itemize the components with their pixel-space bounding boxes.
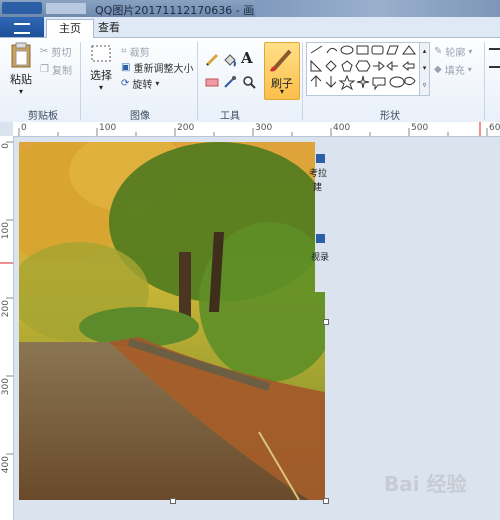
ribbon: 粘贴 ▾ ✂ 剪切 ❐ 复制 剪贴板 选择 ▾ ⌗ 裁剪 ▣ 重新调整大小 ⟳ 旋转 ▾ 图… [0,38,500,123]
fill-icon: ◆ [434,64,442,75]
group-separator [302,42,303,120]
crop-button[interactable]: ⌗ 裁剪 [121,44,150,59]
copy-button[interactable]: ❐ 复制 [40,62,72,77]
ruler-tick-label: 60 [489,123,500,133]
canvas-image[interactable] [19,142,325,500]
ruler-tick-label: 100 [99,123,117,133]
clipboard-icon [11,42,31,68]
select-button[interactable]: 选择 ▾ [86,44,116,92]
quick-access-toolbar[interactable] [2,2,42,14]
group-separator [80,42,81,120]
ruler-tick-label: 100 [1,222,11,240]
magnifier-icon[interactable] [241,74,257,90]
shapes-gallery[interactable] [306,42,420,96]
outline-icon: ✎ [434,46,443,57]
pencil-icon[interactable] [204,52,220,68]
crop-icon: ⌗ [121,46,127,57]
tools-group-label: 工具 [220,111,240,122]
quick-access-icons[interactable] [46,3,86,14]
ruler-tick-label: 300 [255,123,273,133]
overlay-text: 考拉 [309,169,328,179]
shapes-scroll[interactable]: ▴ ▾ ▿ [419,42,430,96]
ruler-tick-label: 200 [1,300,11,318]
select-icon [91,45,111,62]
crop-label: 裁剪 [129,48,150,59]
copy-label: 复制 [51,66,72,77]
cut-label: 剪切 [51,48,72,59]
outline-label: 轮廓 [445,48,466,59]
rotate-icon: ⟳ [121,78,130,89]
overlay-text: 建 [313,183,323,193]
brushes-button[interactable]: 刷子 ▾ [264,42,300,100]
window-title: QQ图片20171112170636 - 画图 [95,4,266,17]
resize-handle-bottom[interactable] [170,498,176,504]
horizontal-ruler: 0 100 200 300 400 500 60 [13,122,500,137]
resize-label: 重新调整大小 [133,64,194,75]
shapes-icons [310,45,416,91]
image-group-label: 图像 [130,111,150,122]
clipboard-group-label: 剪贴板 [28,111,58,122]
resize-icon: ▣ [121,62,131,73]
color-picker-icon[interactable] [222,74,238,90]
resize-handle-right[interactable] [323,319,329,325]
autumn-forest-road-image [19,142,325,500]
scissors-icon: ✂ [40,46,49,57]
resize-handle-corner[interactable] [323,498,329,504]
chevron-down-icon: ▾ [155,79,160,88]
ruler-tick-label: 400 [333,123,351,133]
paste-label: 粘贴 [10,73,32,86]
rotate-button[interactable]: ⟳ 旋转 ▾ [121,76,159,91]
tab-view[interactable]: 查看 [86,19,132,37]
ruler-tick-label: 500 [411,123,429,133]
group-separator [197,42,198,120]
shapes-group-label: 形状 [380,111,400,122]
file-menu-button[interactable] [0,17,44,37]
vertical-ruler: 0 100 200 300 400 [0,136,14,520]
menu-icon [14,23,30,34]
brush-icon [270,49,292,72]
fill-button[interactable]: ◆ 填充 ▾ [434,62,472,77]
ruler-tick-label: 0 [21,123,27,133]
title-bar: QQ图片20171112170636 - 画图 [0,0,500,17]
select-label: 选择 [90,69,112,82]
cut-button[interactable]: ✂ 剪切 [40,44,71,59]
paste-button[interactable]: 粘贴 ▾ [6,42,36,96]
outline-button[interactable]: ✎ 轮廓 ▾ [434,44,472,59]
fill-label: 填充 [444,66,465,77]
rotate-label: 旋转 [132,80,153,91]
eraser-icon[interactable] [204,74,220,90]
ruler-tick-label: 300 [1,378,11,396]
size-icon[interactable] [489,48,500,68]
group-separator [484,42,485,120]
fill-bucket-icon[interactable] [222,52,238,68]
title-bar-blur [255,0,500,17]
ruler-tick-label: 200 [177,123,195,133]
overlay-text: 视录 [311,253,330,263]
resize-button[interactable]: ▣ 重新调整大小 [121,60,193,75]
ruler-tick-label: 400 [1,456,11,474]
watermark: Bai 经验 [384,472,467,496]
copy-icon: ❐ [40,64,49,75]
text-tool-icon[interactable]: A [241,49,257,67]
ribbon-tabs: 主页 查看 [0,17,500,38]
chevron-down-icon: ▾ [279,87,284,96]
ruler-tick-label: 0 [1,143,11,149]
